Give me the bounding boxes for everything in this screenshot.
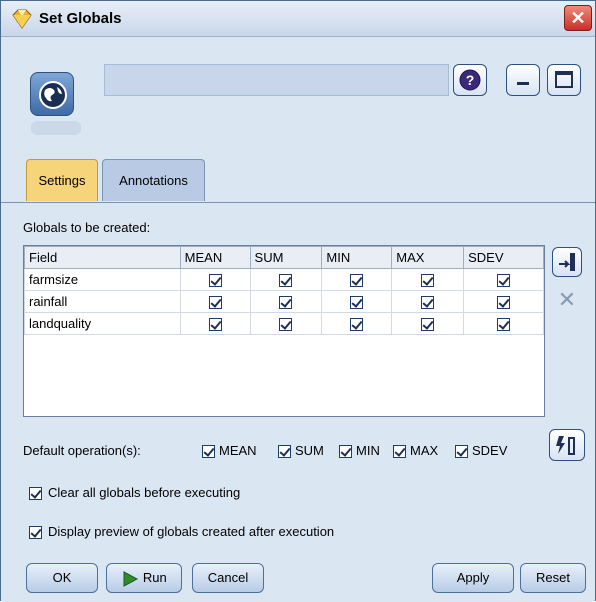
default-max-checkbox[interactable] xyxy=(393,445,406,459)
tab-bar: Settings Annotations xyxy=(1,156,595,202)
max-checkbox[interactable] xyxy=(421,274,435,288)
column-header-min[interactable]: MIN xyxy=(321,246,393,269)
node-name-field[interactable] xyxy=(104,64,449,96)
delete-x-icon: ✕ xyxy=(557,287,577,312)
min-checkbox[interactable] xyxy=(350,274,364,288)
max-checkbox[interactable] xyxy=(421,296,435,310)
field-cell: landquality xyxy=(24,312,181,335)
tab-annotations[interactable]: Annotations xyxy=(102,159,205,201)
clear-globals-label: Clear all globals before executing xyxy=(48,485,241,500)
cancel-button[interactable]: Cancel xyxy=(192,563,264,593)
tab-settings[interactable]: Settings xyxy=(26,159,98,201)
set-globals-dialog: Set Globals ✕ ? Settings Annotations Glo… xyxy=(0,0,596,602)
ok-button[interactable]: OK xyxy=(26,563,98,593)
add-fields-button[interactable] xyxy=(552,247,582,277)
sum-checkbox[interactable] xyxy=(279,318,293,332)
table-header-row: Field MEAN SUM MIN MAX SDEV xyxy=(24,246,544,269)
table-row[interactable]: landquality xyxy=(24,312,544,335)
display-preview-option[interactable]: Display preview of globals created after… xyxy=(29,524,335,540)
min-checkbox[interactable] xyxy=(350,296,364,310)
field-picker-icon xyxy=(559,253,575,271)
delete-row-button[interactable]: ✕ xyxy=(552,286,582,316)
window-title: Set Globals xyxy=(39,10,122,27)
mean-checkbox[interactable] xyxy=(208,274,222,288)
default-op-min[interactable]: MIN xyxy=(339,443,380,459)
mean-checkbox[interactable] xyxy=(208,318,222,332)
globals-table[interactable]: Field MEAN SUM MIN MAX SDEV farmsize rai… xyxy=(23,245,545,417)
svg-text:?: ? xyxy=(466,72,475,88)
minimize-icon xyxy=(517,82,529,85)
default-mean-label: MEAN xyxy=(219,443,257,458)
apply-defaults-button[interactable] xyxy=(549,429,585,461)
default-op-mean[interactable]: MEAN xyxy=(202,443,257,459)
min-checkbox[interactable] xyxy=(350,318,364,332)
default-operations-label: Default operation(s): xyxy=(23,443,141,458)
globals-label: Globals to be created: xyxy=(23,220,151,235)
run-label: Run xyxy=(142,570,167,585)
maximize-button[interactable] xyxy=(547,64,581,96)
table-row[interactable]: farmsize xyxy=(24,268,544,291)
default-sum-checkbox[interactable] xyxy=(278,445,291,459)
default-min-label: MIN xyxy=(356,443,380,458)
field-cell: rainfall xyxy=(24,290,181,313)
table-row[interactable]: rainfall xyxy=(24,290,544,313)
display-preview-label: Display preview of globals created after… xyxy=(48,524,335,539)
close-button[interactable]: ✕ xyxy=(564,5,592,31)
default-op-sdev[interactable]: SDEV xyxy=(455,443,508,459)
field-cell: farmsize xyxy=(24,268,181,291)
lightning-icon xyxy=(556,436,575,455)
reset-button[interactable]: Reset xyxy=(520,563,586,593)
column-header-mean[interactable]: MEAN xyxy=(179,246,251,269)
maximize-icon xyxy=(555,71,573,88)
default-min-checkbox[interactable] xyxy=(339,445,352,459)
clear-globals-checkbox[interactable] xyxy=(29,487,42,501)
clear-globals-option[interactable]: Clear all globals before executing xyxy=(29,485,241,501)
default-sdev-checkbox[interactable] xyxy=(455,445,468,459)
default-sdev-label: SDEV xyxy=(472,443,508,458)
sdev-checkbox[interactable] xyxy=(497,274,511,288)
run-button[interactable]: Run xyxy=(106,563,182,593)
default-max-label: MAX xyxy=(410,443,439,458)
sum-checkbox[interactable] xyxy=(279,274,293,288)
column-header-field[interactable]: Field xyxy=(24,246,181,269)
help-button[interactable]: ? xyxy=(453,64,487,96)
display-preview-checkbox[interactable] xyxy=(29,526,42,540)
default-op-sum[interactable]: SUM xyxy=(278,443,324,459)
column-header-max[interactable]: MAX xyxy=(391,246,465,269)
play-icon xyxy=(123,570,139,587)
node-diamond-icon xyxy=(12,9,32,29)
default-operations-row: Default operation(s): MEAN SUM MIN MAX S… xyxy=(23,441,593,461)
max-checkbox[interactable] xyxy=(421,318,435,332)
sdev-checkbox[interactable] xyxy=(497,296,511,310)
sdev-checkbox[interactable] xyxy=(497,318,511,332)
default-op-max[interactable]: MAX xyxy=(393,443,439,459)
help-icon: ? xyxy=(459,69,481,91)
column-header-sdev[interactable]: SDEV xyxy=(463,246,544,269)
globe-icon xyxy=(30,72,74,116)
title-bar[interactable]: Set Globals ✕ xyxy=(1,1,595,37)
node-icon-shadow xyxy=(31,121,81,135)
mean-checkbox[interactable] xyxy=(208,296,222,310)
column-header-sum[interactable]: SUM xyxy=(249,246,323,269)
apply-button[interactable]: Apply xyxy=(432,563,514,593)
sum-checkbox[interactable] xyxy=(279,296,293,310)
default-mean-checkbox[interactable] xyxy=(202,445,215,459)
default-sum-label: SUM xyxy=(295,443,324,458)
minimize-button[interactable] xyxy=(506,64,540,96)
